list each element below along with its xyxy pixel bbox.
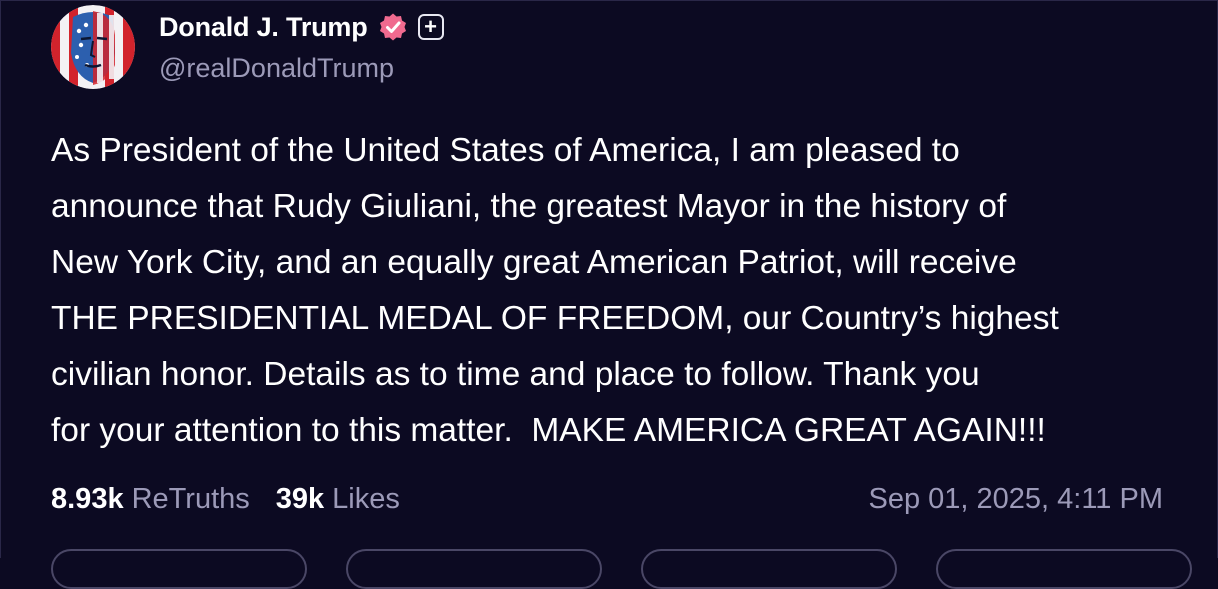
author-display-name[interactable]: Donald J. Trump — [159, 12, 368, 43]
author-handle[interactable]: @realDonaldTrump — [159, 53, 394, 84]
likes-label: Likes — [332, 482, 400, 515]
likes-stat[interactable]: 39k Likes — [276, 483, 400, 516]
retruths-label: ReTruths — [131, 482, 250, 515]
reply-button[interactable] — [51, 549, 307, 589]
verified-badge-icon — [379, 13, 406, 41]
avatar[interactable] — [51, 5, 135, 89]
post-card: Donald J. Trump + @realDonaldTrump As Pr… — [0, 0, 1218, 589]
likes-count: 39k — [275, 482, 325, 515]
retruth-button[interactable] — [346, 549, 602, 589]
retruths-count: 8.93k — [51, 482, 124, 515]
avatar-image — [51, 5, 135, 89]
post-timestamp[interactable]: Sep 01, 2025, 4:11 PM — [868, 477, 1163, 521]
like-button[interactable] — [641, 549, 897, 589]
author-name-row: Donald J. Trump + — [159, 9, 444, 45]
post-stats: 8.93k ReTruths 39k Likes — [51, 477, 400, 521]
share-button[interactable] — [936, 549, 1192, 589]
plus-badge-icon: + — [417, 14, 444, 40]
retruths-stat[interactable]: 8.93k ReTruths — [51, 483, 250, 516]
post-body-text: As President of the United States of Ame… — [51, 132, 1059, 449]
